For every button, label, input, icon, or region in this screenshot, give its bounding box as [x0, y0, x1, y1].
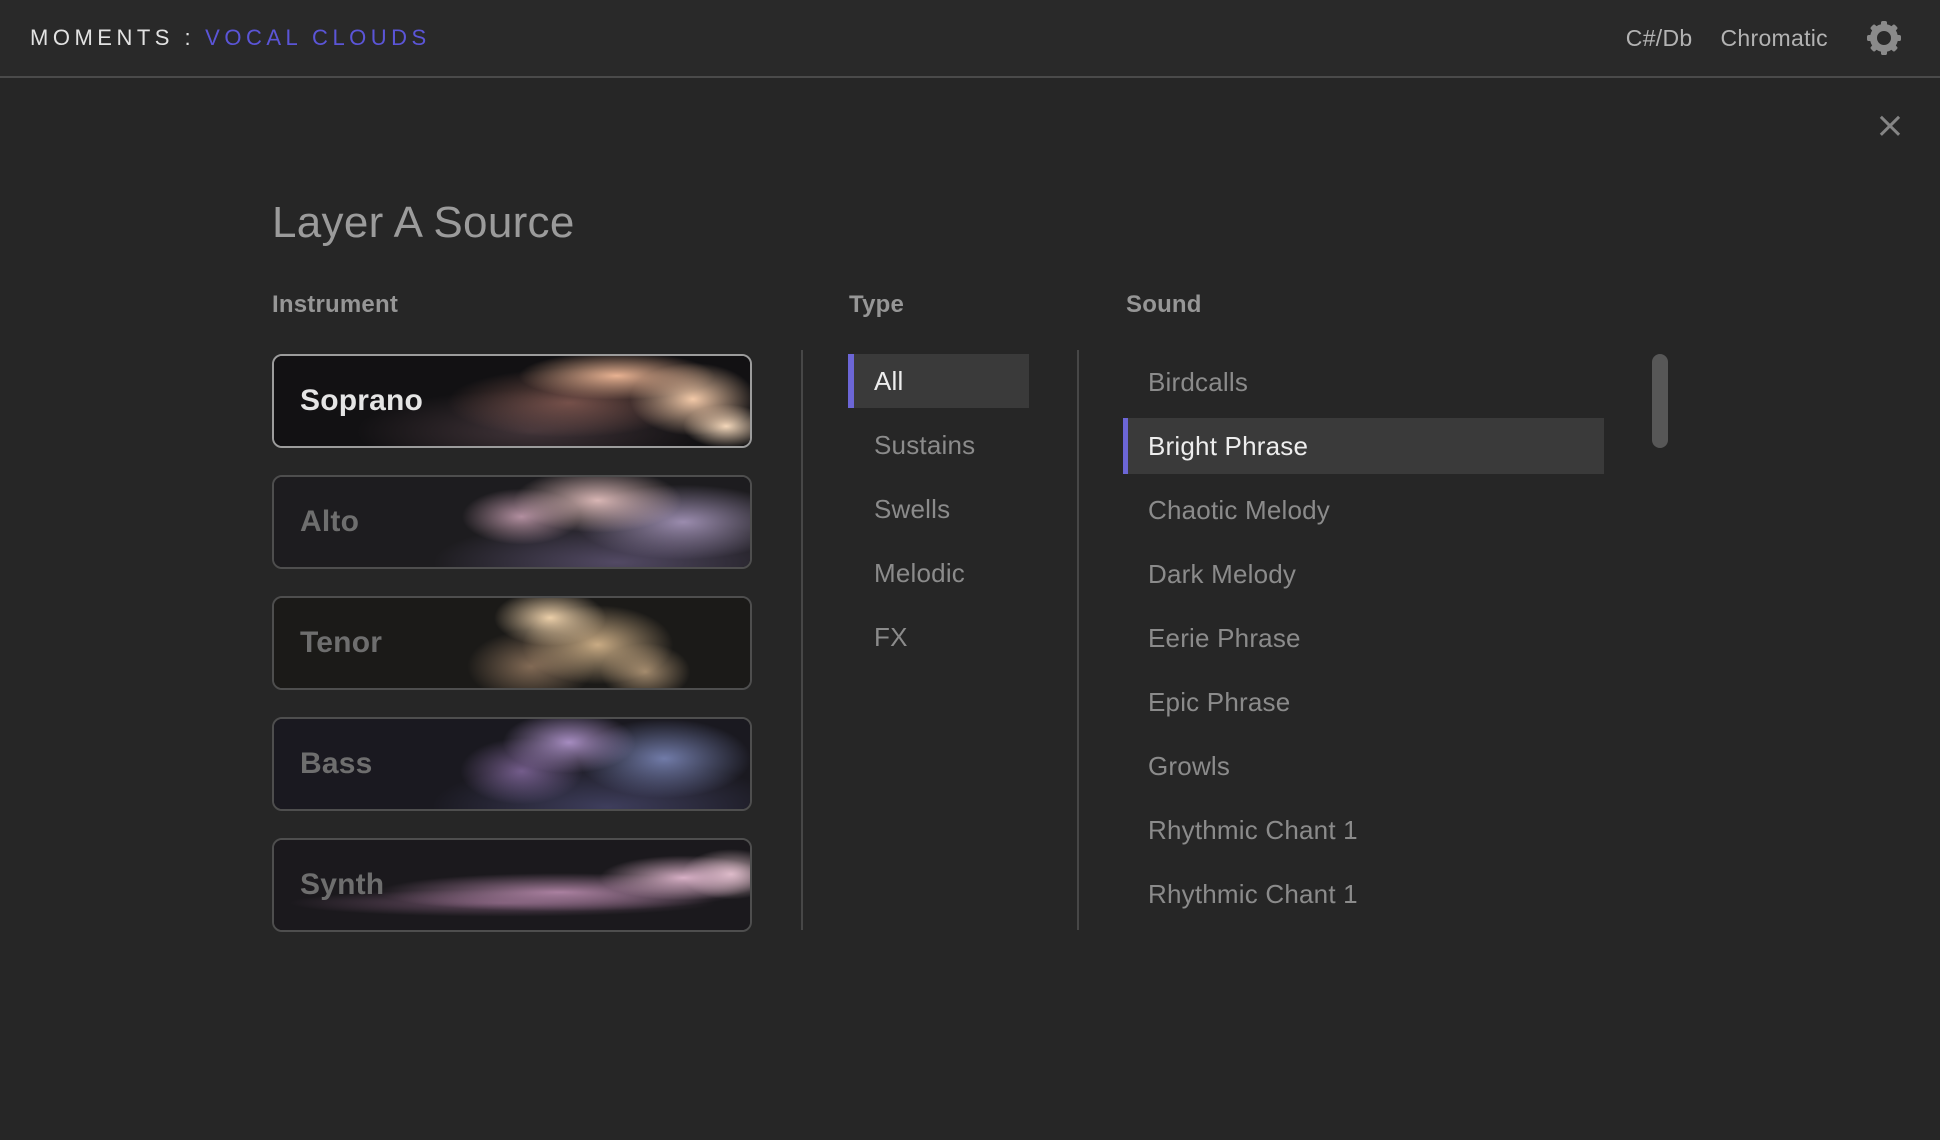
- type-item-label: All: [874, 366, 904, 397]
- sound-item-label: Rhythmic Chant 1: [1148, 879, 1358, 910]
- instrument-card-label: Tenor: [300, 626, 382, 660]
- close-button[interactable]: ×: [1872, 108, 1908, 144]
- type-sound-divider: [1077, 350, 1079, 930]
- sound-item-rhythmic-chant-1[interactable]: Rhythmic Chant 1: [1123, 802, 1604, 858]
- settings-button[interactable]: [1866, 20, 1902, 56]
- selection-indicator-bar: [1123, 418, 1128, 474]
- key-selector[interactable]: C#/Db: [1626, 25, 1693, 52]
- instrument-card-label: Soprano: [300, 384, 423, 418]
- sound-list-scrollbar-thumb[interactable]: [1652, 354, 1668, 448]
- sound-column-label: Sound: [1126, 291, 1202, 319]
- instrument-card-synth[interactable]: Synth: [272, 838, 752, 932]
- type-item-label: Sustains: [874, 430, 975, 461]
- instrument-card-label: Alto: [300, 505, 359, 539]
- selection-indicator-bar: [848, 354, 854, 408]
- type-item-all[interactable]: All: [848, 354, 1029, 408]
- sound-item-label: Growls: [1148, 751, 1230, 782]
- sound-item-dark-melody[interactable]: Dark Melody: [1123, 546, 1604, 602]
- sound-item-growls[interactable]: Growls: [1123, 738, 1604, 794]
- type-item-melodic[interactable]: Melodic: [848, 546, 1029, 600]
- type-item-fx[interactable]: FX: [848, 610, 1029, 664]
- app-root: MOMENTS : VOCAL CLOUDS C#/Db Chromatic: [0, 0, 1940, 1140]
- instrument-card-bass[interactable]: Bass: [272, 717, 752, 811]
- scale-selector[interactable]: Chromatic: [1720, 25, 1828, 52]
- type-item-label: Melodic: [874, 558, 965, 589]
- header-bar: MOMENTS : VOCAL CLOUDS C#/Db Chromatic: [0, 0, 1940, 78]
- sound-item-label: Bright Phrase: [1148, 431, 1308, 462]
- type-item-sustains[interactable]: Sustains: [848, 418, 1029, 472]
- sound-item-label: Rhythmic Chant 1: [1148, 815, 1358, 846]
- sound-item-birdcalls[interactable]: Birdcalls: [1123, 354, 1604, 410]
- type-item-swells[interactable]: Swells: [848, 482, 1029, 536]
- sound-item-label: Chaotic Melody: [1148, 495, 1330, 526]
- instrument-card-tenor[interactable]: Tenor: [272, 596, 752, 690]
- sound-item-bright-phrase[interactable]: Bright Phrase: [1123, 418, 1604, 474]
- dialog-title: Layer A Source: [272, 198, 575, 248]
- type-item-label: FX: [874, 622, 908, 653]
- instrument-card-alto[interactable]: Alto: [272, 475, 752, 569]
- sound-item-rhythmic-chant-1b[interactable]: Rhythmic Chant 1: [1123, 866, 1604, 922]
- sound-item-label: Epic Phrase: [1148, 687, 1290, 718]
- instrument-card-label: Bass: [300, 747, 373, 781]
- header-controls: C#/Db Chromatic: [1598, 20, 1902, 56]
- sound-item-epic-phrase[interactable]: Epic Phrase: [1123, 674, 1604, 730]
- instrument-type-divider: [801, 350, 803, 930]
- type-item-label: Swells: [874, 494, 950, 525]
- instrument-card-soprano[interactable]: Soprano: [272, 354, 752, 448]
- close-icon: ×: [1875, 105, 1905, 146]
- sound-item-eerie-phrase[interactable]: Eerie Phrase: [1123, 610, 1604, 666]
- sound-item-label: Eerie Phrase: [1148, 623, 1301, 654]
- gear-icon: [1866, 20, 1902, 56]
- brand-logo: MOMENTS : VOCAL CLOUDS: [30, 25, 431, 51]
- type-column-label: Type: [849, 291, 904, 319]
- instrument-card-label: Synth: [300, 868, 384, 902]
- sound-item-chaotic-melody[interactable]: Chaotic Melody: [1123, 482, 1604, 538]
- instrument-column-label: Instrument: [272, 291, 398, 319]
- sound-item-label: Dark Melody: [1148, 559, 1296, 590]
- sound-item-label: Birdcalls: [1148, 367, 1248, 398]
- brand-primary-text: MOMENTS :: [30, 25, 195, 50]
- brand-secondary-text: VOCAL CLOUDS: [205, 25, 431, 50]
